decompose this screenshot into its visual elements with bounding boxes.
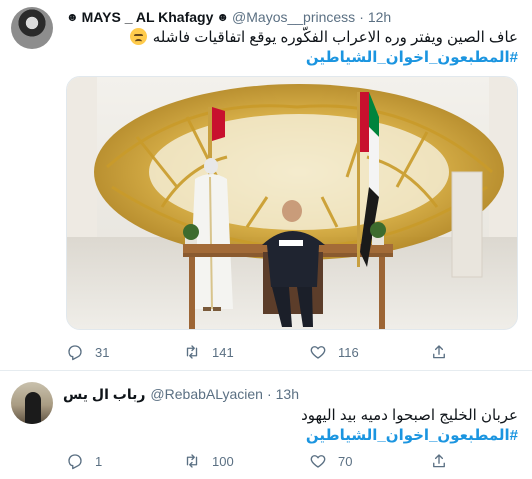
timestamp[interactable]: 13h — [276, 386, 299, 402]
tweet-header: ☻ MAYS _ AL Khafagy ☻ @Mayos__princess ·… — [63, 7, 391, 27]
tweet-text-line: عربان الخليج اصبحوا دميه بيد اليهود — [301, 407, 518, 424]
tweet-hashtag-line: #المطبعون_اخوان_الشياطين — [306, 426, 518, 446]
tweet-actions: 31 141 116 — [66, 343, 466, 363]
separator-dot: · — [266, 386, 272, 402]
tweet-hashtag-line: #المطبعون_اخوان_الشياطين — [306, 48, 518, 68]
tweet-header: رباب ال يس @RebabALyacien · 13h — [63, 384, 299, 404]
separator-dot: · — [359, 9, 364, 25]
retweet-icon — [186, 454, 198, 468]
reply-count: 31 — [95, 344, 110, 360]
retweet-button[interactable]: 141 — [183, 343, 234, 361]
reply-button[interactable]: 1 — [66, 452, 102, 470]
like-button[interactable]: 116 — [309, 343, 359, 361]
hashtag-link[interactable]: #المطبعون_اخوان_الشياطين — [306, 427, 518, 444]
retweet-button[interactable]: 100 — [183, 452, 234, 470]
tweet-text-line: عاف الصين ويفتر وره الاعراب الفكّوره يوق… — [152, 29, 518, 46]
share-icon — [433, 345, 445, 359]
confounded-face-icon — [129, 28, 147, 45]
user-handle[interactable]: @RebabALyacien — [150, 386, 263, 402]
reply-count: 1 — [95, 453, 103, 469]
reply-icon — [68, 345, 82, 361]
like-count: 116 — [338, 344, 359, 360]
avatar[interactable] — [11, 382, 53, 424]
user-handle[interactable]: @Mayos__princess — [232, 9, 355, 25]
heart-icon — [310, 455, 326, 468]
reply-icon — [68, 454, 82, 470]
tweet-image[interactable] — [66, 76, 518, 330]
tweet-actions: 1 100 70 — [66, 452, 466, 472]
display-name[interactable]: MAYS _ AL Khafagy — [82, 9, 214, 25]
share-button[interactable] — [430, 452, 459, 470]
display-name[interactable]: رباب ال يس — [63, 386, 145, 403]
tweet-text: عاف الصين ويفتر وره الاعراب الفكّوره يوق… — [129, 28, 518, 48]
avatar-figure — [25, 392, 41, 424]
avatar[interactable] — [11, 7, 53, 49]
reply-button[interactable]: 31 — [66, 343, 109, 361]
retweet-icon — [186, 345, 198, 359]
tweet-text: عربان الخليج اصبحوا دميه بيد اليهود — [301, 406, 518, 426]
retweet-count: 141 — [212, 344, 234, 360]
like-button[interactable]: 70 — [309, 452, 352, 470]
share-icon — [433, 454, 445, 468]
like-count: 70 — [338, 453, 353, 469]
badge-icon: ☻ — [216, 10, 230, 24]
retweet-count: 100 — [212, 453, 234, 469]
tweet-1[interactable]: ☻ MAYS _ AL Khafagy ☻ @Mayos__princess ·… — [0, 0, 532, 371]
heart-icon — [310, 346, 326, 359]
hashtag-link[interactable]: #المطبعون_اخوان_الشياطين — [306, 49, 518, 66]
timestamp[interactable]: 12h — [368, 9, 391, 25]
badge-icon: ☻ — [66, 10, 79, 24]
share-button[interactable] — [430, 343, 459, 361]
signing-ceremony-photo — [67, 77, 517, 329]
